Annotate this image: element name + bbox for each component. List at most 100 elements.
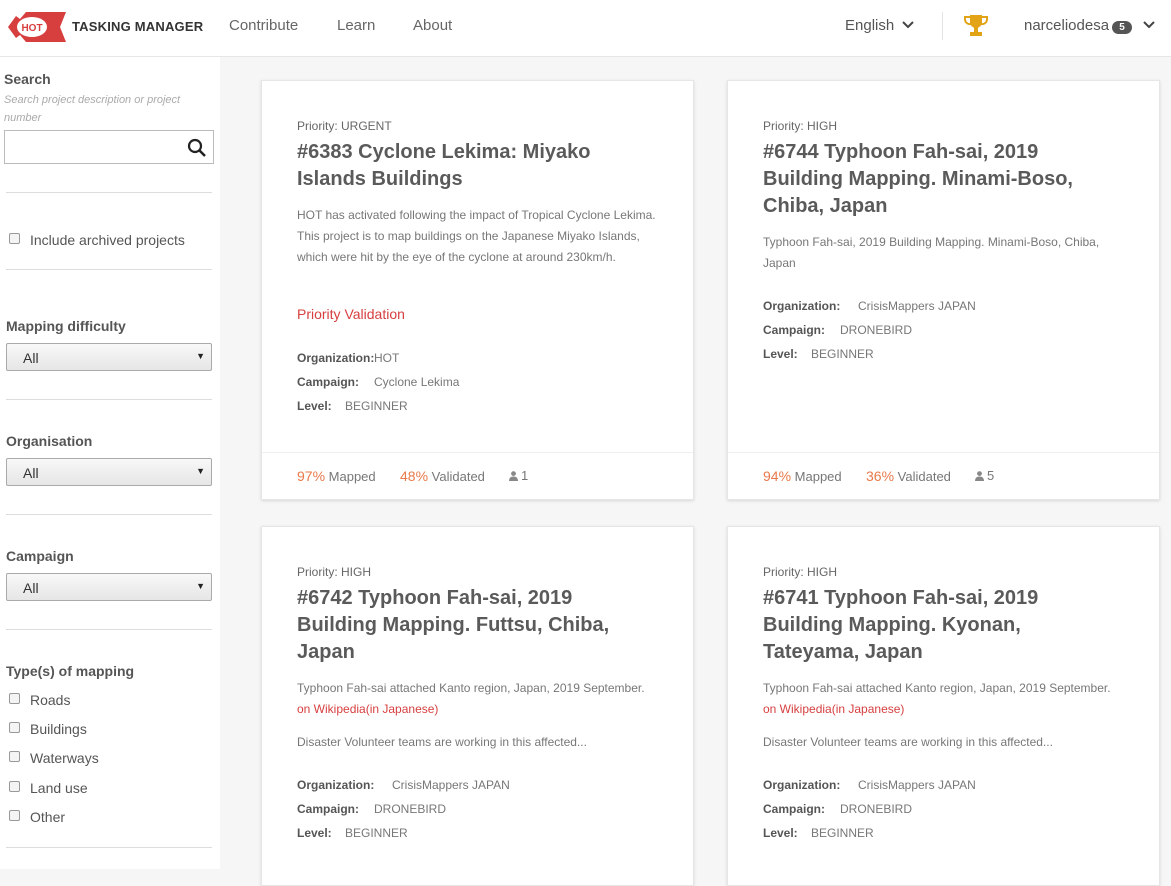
divider (6, 399, 212, 400)
project-level: Level: BEGINNER (763, 347, 874, 361)
campaign-value: DRONEBIRD (374, 802, 447, 816)
project-description: Typhoon Fah-sai attached Kanto region, J… (297, 678, 667, 720)
campaign-value: All (23, 580, 39, 596)
dropdown-arrow-icon: ▼ (196, 466, 205, 476)
project-campaign: Campaign: DRONEBIRD (763, 802, 912, 816)
project-title[interactable]: #6741 Typhoon Fah-sai, 2019 Building Map… (763, 585, 1113, 666)
user-level-badge: 5 (1112, 21, 1132, 34)
priority-validation-label: Priority Validation (297, 306, 405, 322)
campaign-label: Campaign: (763, 802, 826, 816)
hot-logo-icon[interactable]: HOT (6, 10, 68, 44)
navbar-divider (942, 12, 943, 40)
project-card[interactable]: Priority: HIGH #6744 Typhoon Fah-sai, 20… (727, 80, 1160, 500)
level-label: Level: (297, 399, 332, 413)
campaign-value: DRONEBIRD (840, 323, 913, 337)
project-description-more: Disaster Volunteer teams are working in … (297, 735, 587, 749)
project-card[interactable]: Priority: URGENT #6383 Cyclone Lekima: M… (261, 80, 694, 500)
difficulty-value: All (23, 350, 39, 366)
project-organization: Organization: CrisisMappers JAPAN (763, 778, 976, 792)
mapped-stat: 94% Mapped (763, 468, 842, 484)
project-priority: Priority: HIGH (297, 565, 372, 579)
mapped-label: Mapped (328, 469, 376, 484)
mapped-label: Mapped (794, 469, 842, 484)
divider (6, 192, 212, 193)
campaign-label: Campaign: (763, 323, 826, 337)
project-priority: Priority: HIGH (763, 119, 838, 133)
land-use-checkbox[interactable] (9, 781, 20, 792)
nav-learn[interactable]: Learn (337, 17, 375, 34)
project-level: Level: BEGINNER (297, 399, 408, 413)
dropdown-arrow-icon: ▼ (196, 581, 205, 591)
organisation-select[interactable]: All ▼ (6, 458, 212, 486)
campaign-value: DRONEBIRD (840, 802, 913, 816)
wikipedia-link[interactable]: on Wikipedia(in Japanese) (297, 702, 438, 716)
organization-value: CrisisMappers JAPAN (858, 299, 976, 313)
description-text: Typhoon Fah-sai attached Kanto region, J… (297, 681, 645, 695)
project-organization: Organization:HOT (297, 351, 399, 365)
land-use-label[interactable]: Land use (30, 780, 88, 796)
project-level: Level: BEGINNER (297, 826, 408, 840)
language-selector[interactable]: English (845, 17, 894, 34)
divider (6, 629, 212, 630)
waterways-checkbox[interactable] (9, 751, 20, 762)
trophy-icon[interactable] (963, 13, 989, 39)
validated-label: Validated (897, 469, 951, 484)
level-value: BEGINNER (345, 826, 408, 840)
project-card[interactable]: Priority: HIGH #6741 Typhoon Fah-sai, 20… (727, 526, 1160, 886)
campaign-select[interactable]: All ▼ (6, 573, 212, 601)
project-stats: 97% Mapped 48% Validated 1 (262, 452, 693, 499)
project-campaign: Campaign: DRONEBIRD (297, 802, 446, 816)
project-description: HOT has activated following the impact o… (297, 208, 656, 264)
project-description-more: Disaster Volunteer teams are working in … (763, 735, 1053, 749)
nav-contribute[interactable]: Contribute (229, 17, 298, 34)
filter-sidebar: Search Search project description or pro… (0, 57, 220, 869)
search-hint: Search project description or project nu… (4, 94, 181, 124)
other-label[interactable]: Other (30, 809, 65, 825)
top-navbar: HOT TASKING MANAGER Contribute Learn Abo… (0, 0, 1171, 57)
buildings-checkbox[interactable] (9, 722, 20, 733)
organization-label: Organization: (763, 778, 841, 792)
brand-name[interactable]: TASKING MANAGER (72, 19, 203, 34)
project-organization: Organization: CrisisMappers JAPAN (297, 778, 510, 792)
contributors-count: 1 (521, 468, 529, 483)
difficulty-select[interactable]: All ▼ (6, 343, 212, 371)
search-icon[interactable] (187, 138, 207, 158)
waterways-label[interactable]: Waterways (30, 750, 99, 766)
roads-checkbox[interactable] (9, 693, 20, 704)
project-campaign: Campaign: Cyclone Lekima (297, 375, 459, 389)
user-icon (509, 471, 518, 481)
project-priority: Priority: HIGH (763, 565, 838, 579)
archived-checkbox[interactable] (9, 233, 20, 244)
validated-label: Validated (431, 469, 485, 484)
chevron-down-icon[interactable] (901, 20, 915, 30)
mapping-types-heading: Type(s) of mapping (6, 663, 135, 679)
other-checkbox[interactable] (9, 810, 20, 821)
project-title[interactable]: #6383 Cyclone Lekima: Miyako Islands Bui… (297, 139, 647, 193)
project-stats: 94% Mapped 36% Validated 5 (728, 452, 1159, 499)
contributors-stat: 5 (975, 468, 994, 483)
level-value: BEGINNER (345, 399, 408, 413)
difficulty-heading: Mapping difficulty (6, 318, 126, 334)
chevron-down-icon[interactable] (1142, 20, 1156, 30)
buildings-label[interactable]: Buildings (30, 721, 87, 737)
user-icon (975, 471, 984, 481)
project-description: Typhoon Fah-sai, 2019 Building Mapping. … (763, 235, 1100, 270)
search-input[interactable] (4, 130, 214, 164)
archived-label[interactable]: Include archived projects (30, 232, 185, 248)
nav-about[interactable]: About (413, 17, 452, 34)
organization-label: Organization: (763, 299, 841, 313)
divider (6, 514, 212, 515)
wikipedia-link[interactable]: on Wikipedia(in Japanese) (763, 702, 904, 716)
roads-label[interactable]: Roads (30, 692, 70, 708)
divider (6, 269, 212, 270)
project-card[interactable]: Priority: HIGH #6742 Typhoon Fah-sai, 20… (261, 526, 694, 886)
organisation-heading: Organisation (6, 433, 93, 449)
project-title[interactable]: #6742 Typhoon Fah-sai, 2019 Building Map… (297, 585, 647, 666)
validated-percent: 48% (400, 468, 429, 484)
organization-label: Organization: (297, 778, 375, 792)
mapped-percent: 97% (297, 468, 326, 484)
campaign-label: Campaign: (297, 375, 360, 389)
project-title[interactable]: #6744 Typhoon Fah-sai, 2019 Building Map… (763, 139, 1113, 220)
username[interactable]: narceliodesa (1024, 17, 1109, 34)
validated-stat: 48% Validated (400, 468, 485, 484)
